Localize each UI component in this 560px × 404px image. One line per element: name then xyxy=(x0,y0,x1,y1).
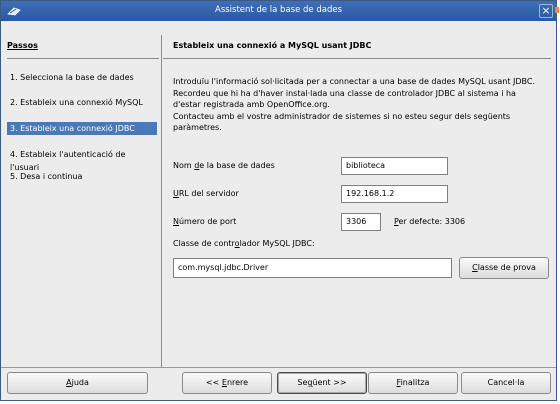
db-name-label: Nom de la base de dades xyxy=(173,161,275,170)
sidebar-divider xyxy=(7,58,159,59)
step-jdbc-connection[interactable]: 3. Estableix una connexió JDBC xyxy=(7,122,157,135)
window-title: Assistent de la base de dades xyxy=(215,5,342,15)
back-button[interactable]: << Enrere xyxy=(182,372,272,394)
port-label: Número de port xyxy=(173,217,237,226)
driver-class-field[interactable]: com.mysql.jdbc.Driver xyxy=(173,258,452,278)
main-divider xyxy=(163,58,551,59)
db-name-field[interactable]: biblioteca xyxy=(341,157,448,175)
edge-marker xyxy=(555,7,559,13)
footer-divider xyxy=(1,367,556,368)
server-url-label: URL del servidor xyxy=(173,189,239,198)
page-title: Estableix una connexió a MySQL usant JDB… xyxy=(173,41,372,50)
wizard-window: Assistent de la base de dades × Passos 1… xyxy=(0,0,557,401)
instructions-text: Introduïu l'informació sol·licitada per … xyxy=(173,77,536,132)
next-button[interactable]: Següent >> xyxy=(277,372,367,394)
server-url-field[interactable]: 192.168.1.2 xyxy=(341,185,448,203)
port-default-label: Per defecte: 3306 xyxy=(394,217,466,226)
port-field[interactable]: 3306 xyxy=(341,213,381,231)
cancel-button[interactable]: Cancel·la xyxy=(461,372,551,394)
step-mysql-connection[interactable]: 2. Estableix una connexió MySQL xyxy=(7,96,157,109)
sidebar-heading: Passos xyxy=(7,41,38,50)
help-button[interactable]: Ajuda xyxy=(7,372,148,394)
title-bar[interactable]: Assistent de la base de dades × xyxy=(1,1,556,21)
finish-button[interactable]: Finalitza xyxy=(368,372,458,394)
close-icon[interactable]: × xyxy=(539,4,553,18)
step-save-continue[interactable]: 5. Desa i continua xyxy=(7,170,157,183)
driver-class-label: Classe de controlador MySQL JDBC: xyxy=(173,239,315,248)
test-class-button[interactable]: Classe de prova xyxy=(459,257,549,279)
panel-separator xyxy=(161,35,162,367)
step-select-database[interactable]: 1. Selecciona la base de dades xyxy=(7,71,157,84)
step-user-authentication[interactable]: 4. Estableix l'autenticació de l'usuari xyxy=(7,148,157,172)
